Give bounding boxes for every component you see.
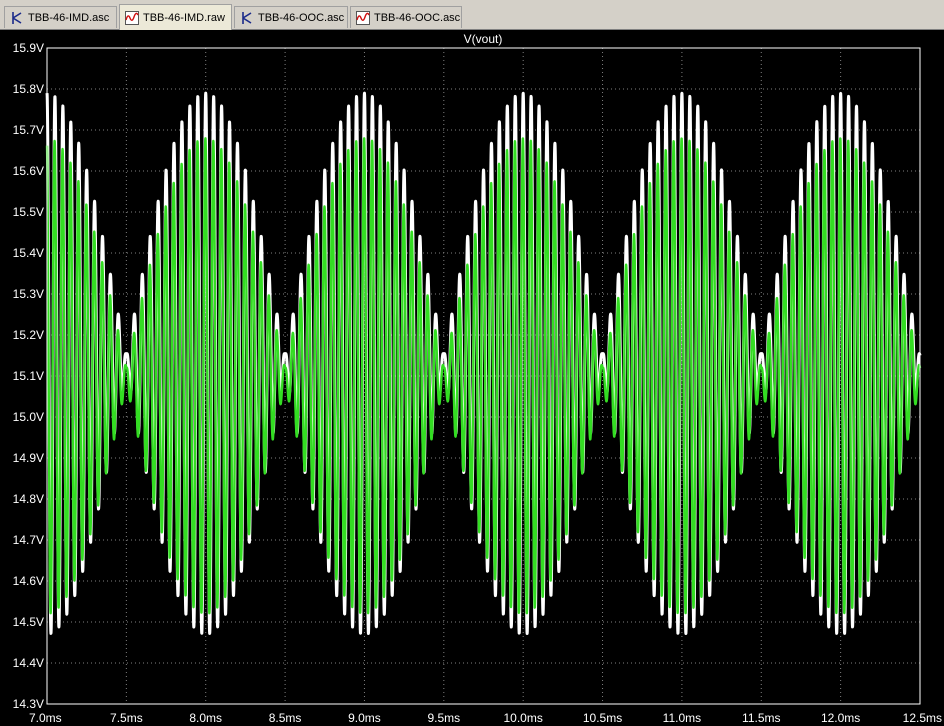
y-tick-label: 15.9V [13, 41, 44, 55]
y-tick-label: 14.3V [13, 697, 44, 711]
x-tick-label: 9.0ms [348, 711, 381, 725]
y-tick-label: 15.0V [13, 410, 44, 424]
tab-tbb-46-ooc-asc[interactable]: TBB-46-OOC.asc [234, 6, 348, 28]
x-tick-label: 9.5ms [427, 711, 460, 725]
x-tick-label: 8.5ms [269, 711, 302, 725]
tab-label: TBB-46-IMD.raw [143, 11, 225, 24]
x-tick-label: 12.0ms [821, 711, 860, 725]
waveform-plot[interactable]: V(vout) 15.9V 15.8V 15.7V 15.6V 15.5V 15.4V 15… [0, 30, 944, 726]
waveform-icon [356, 10, 370, 25]
document-tab-bar: TBB-46-IMD.asc TBB-46-IMD.raw TBB-46-OOC… [0, 0, 944, 30]
x-tick-label: 7.5ms [110, 711, 143, 725]
y-tick-label: 15.5V [13, 205, 44, 219]
y-tick-label: 15.2V [13, 328, 44, 342]
y-tick-label: 15.6V [13, 164, 44, 178]
x-tick-label: 11.0ms [663, 711, 701, 725]
y-tick-label: 15.1V [13, 369, 44, 383]
y-tick-label: 15.3V [13, 287, 44, 301]
tab-label: TBB-46-OOC.asc [258, 11, 345, 24]
x-tick-label: 7.0ms [29, 711, 62, 725]
schematic-icon [240, 11, 254, 25]
tab-label: TBB-46-OOC.asc [374, 11, 461, 24]
tab-tbb-46-ooc-waveform[interactable]: TBB-46-OOC.asc [350, 6, 462, 28]
y-tick-label: 14.7V [13, 533, 44, 547]
x-tick-label: 10.0ms [504, 711, 543, 725]
tab-tbb-46-imd-asc[interactable]: TBB-46-IMD.asc [4, 6, 117, 28]
y-tick-label: 15.4V [13, 246, 44, 260]
y-tick-label: 14.9V [13, 451, 44, 465]
y-tick-label: 15.8V [13, 82, 44, 96]
waveform-icon [125, 10, 139, 25]
x-tick-label: 10.5ms [583, 711, 622, 725]
x-tick-label: 8.0ms [189, 711, 222, 725]
y-tick-label: 14.6V [13, 574, 44, 588]
y-tick-label: 14.5V [13, 615, 44, 629]
x-tick-label: 11.5ms [742, 711, 780, 725]
plot-title: V(vout) [464, 32, 503, 46]
schematic-icon [10, 11, 24, 25]
y-tick-label: 14.8V [13, 492, 44, 506]
x-tick-label: 12.5ms [903, 711, 942, 725]
tab-tbb-46-imd-raw[interactable]: TBB-46-IMD.raw [119, 4, 232, 30]
tab-label: TBB-46-IMD.asc [28, 11, 110, 24]
y-tick-label: 15.7V [13, 123, 44, 137]
y-tick-label: 14.4V [13, 656, 44, 670]
